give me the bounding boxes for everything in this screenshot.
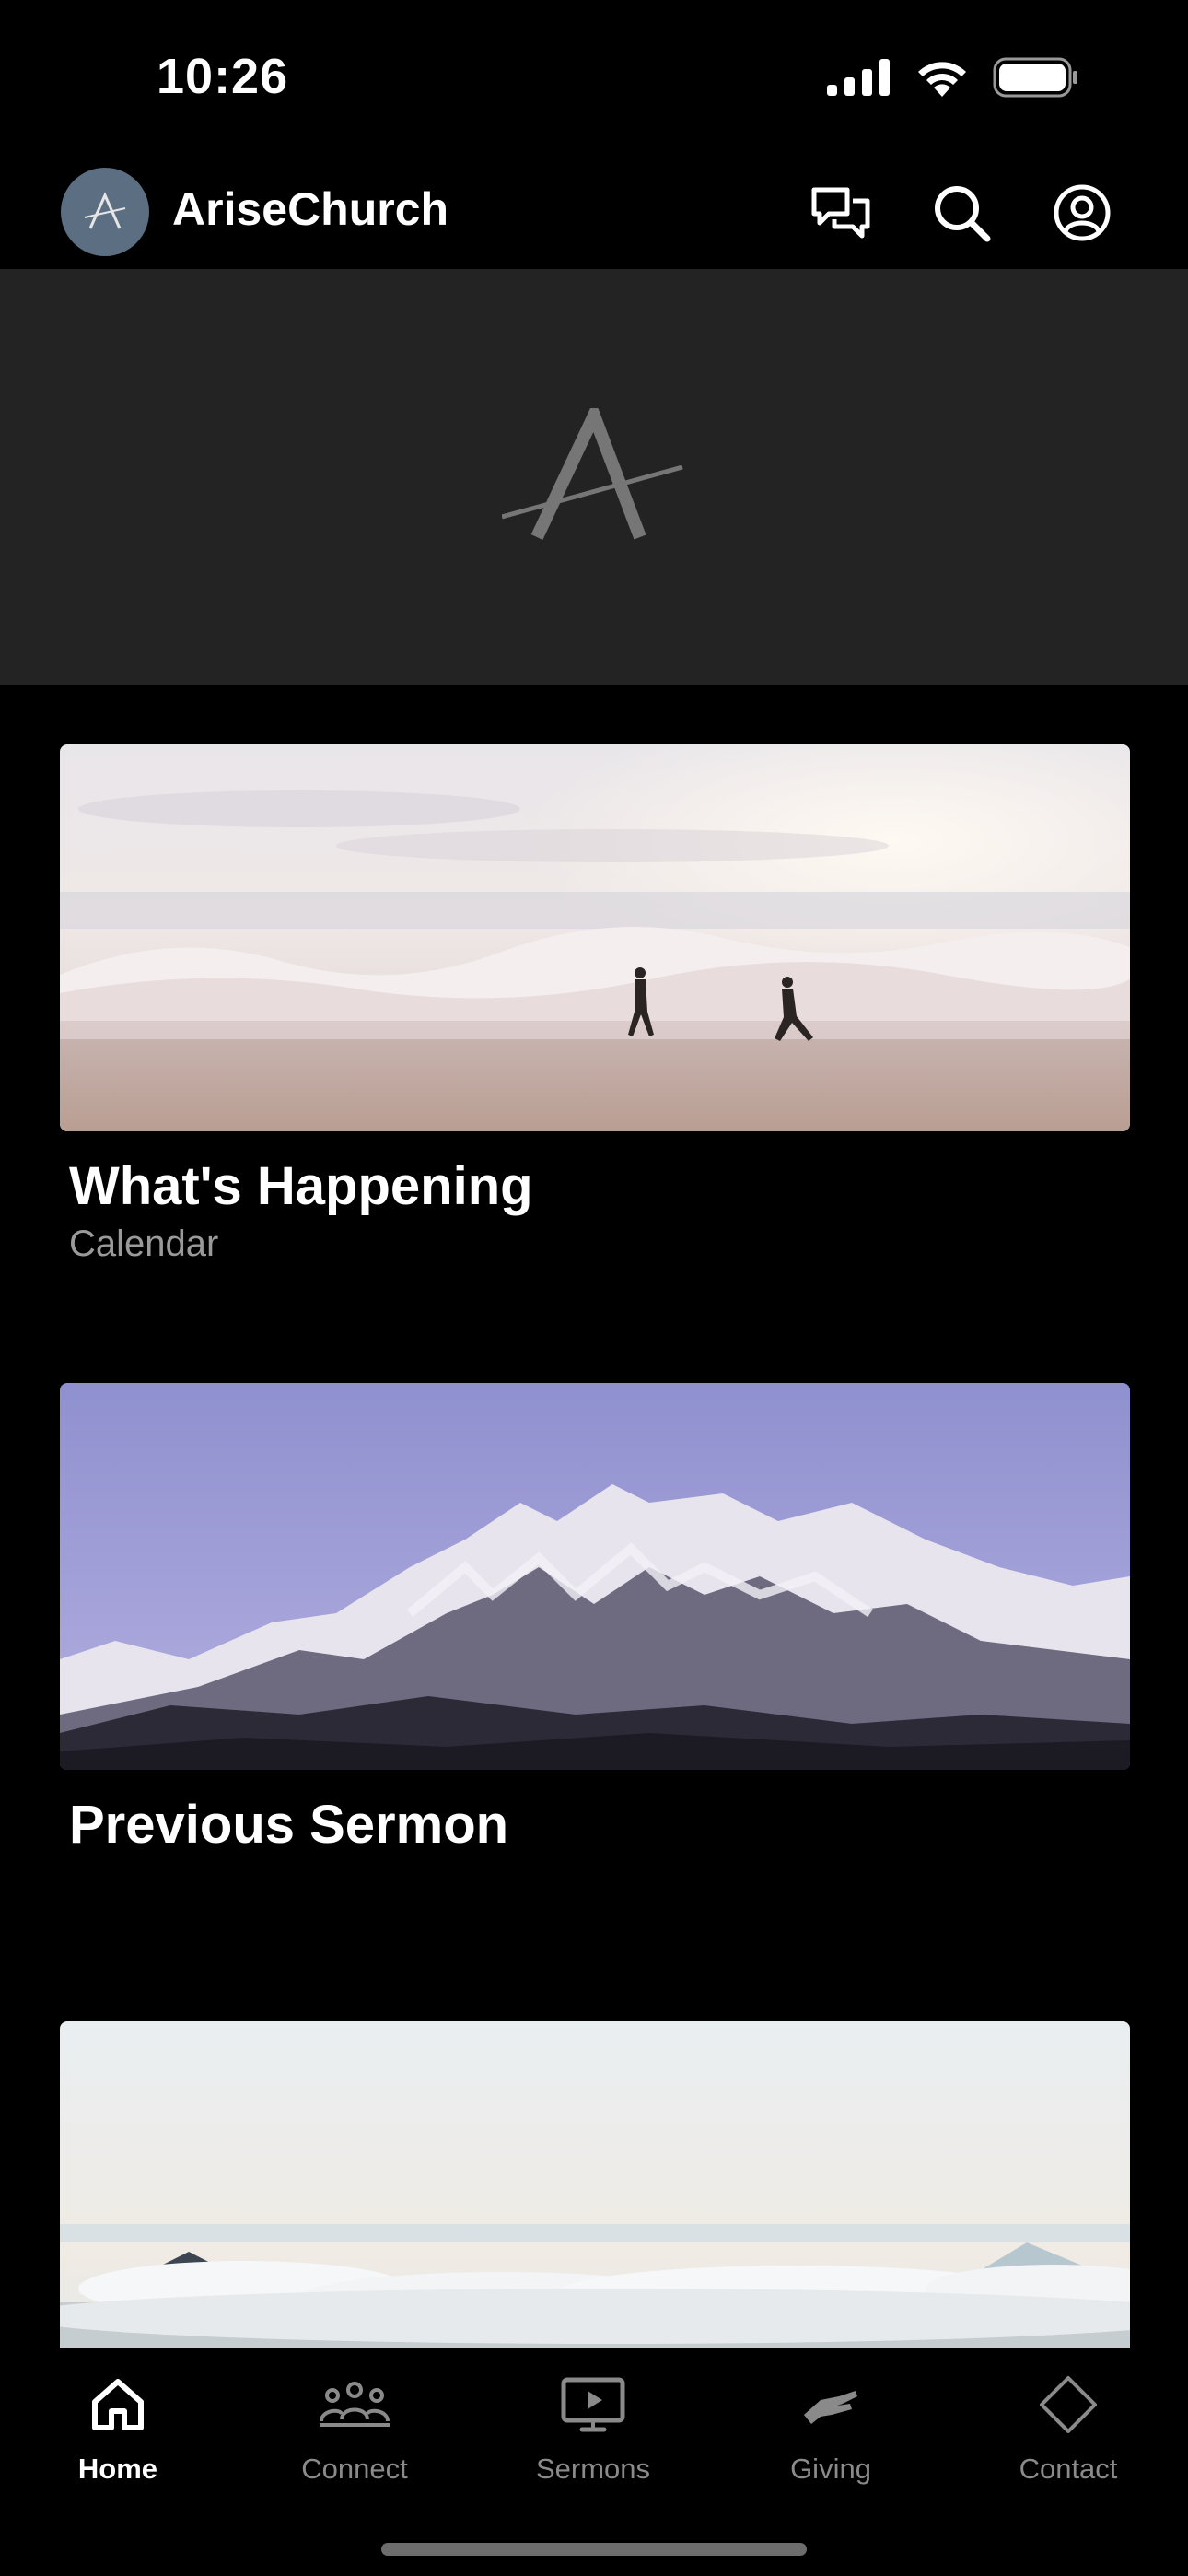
- profile-button[interactable]: [1050, 181, 1114, 245]
- status-bar: 10:26: [0, 0, 1188, 157]
- tab-sermons[interactable]: Sermons: [492, 2368, 694, 2486]
- wifi-icon: [918, 62, 966, 97]
- card-title: What's Happening: [69, 1156, 533, 1216]
- tab-label: Sermons: [535, 2453, 651, 2485]
- home-indicator[interactable]: [381, 2543, 807, 2556]
- app-header: AriseChurch: [0, 157, 1188, 269]
- card-whats-happening[interactable]: What's Happening Calendar: [60, 744, 1130, 1265]
- search-button[interactable]: [929, 181, 994, 245]
- status-icons: [827, 57, 1079, 98]
- tab-label: Connect: [301, 2453, 408, 2485]
- tab-bar: Home Connect Sermons Giving Contact: [0, 2348, 1188, 2576]
- home-icon: [81, 2368, 155, 2441]
- tab-contact[interactable]: Contact: [967, 2368, 1170, 2486]
- diamond-icon: [1031, 2368, 1105, 2441]
- tab-giving[interactable]: Giving: [729, 2368, 932, 2486]
- tab-label: Contact: [1019, 2453, 1118, 2485]
- card-clouds[interactable]: [60, 2021, 1130, 2348]
- people-icon: [318, 2368, 391, 2441]
- card-previous-sermon[interactable]: Previous Sermon: [60, 1383, 1130, 1855]
- tab-home[interactable]: Home: [17, 2368, 219, 2486]
- hand-icon: [794, 2368, 868, 2441]
- card-image-mountain[interactable]: [60, 1383, 1130, 1770]
- tab-label: Giving: [790, 2453, 871, 2485]
- chat-icon: [811, 187, 870, 239]
- app-title: AriseChurch: [172, 183, 449, 235]
- clouds-mountain-image: [60, 2021, 1130, 2348]
- card-subtitle: Calendar: [69, 1223, 219, 1264]
- tab-connect[interactable]: Connect: [253, 2368, 456, 2486]
- cellular-signal-icon: [827, 59, 890, 96]
- church-avatar[interactable]: [61, 168, 149, 256]
- status-time: 10:26: [157, 49, 289, 104]
- chat-button[interactable]: [809, 181, 873, 245]
- ocean-waves-image: [60, 744, 1130, 1131]
- church-logo-icon: [84, 192, 126, 229]
- tv-play-icon: [556, 2368, 630, 2441]
- card-image-clouds[interactable]: [60, 2021, 1130, 2348]
- church-logo-icon: [502, 408, 683, 540]
- tab-label: Home: [77, 2453, 158, 2485]
- snowy-mountain-image: [60, 1383, 1130, 1770]
- card-title: Previous Sermon: [69, 1795, 509, 1855]
- profile-icon: [1054, 184, 1111, 241]
- search-icon: [935, 186, 991, 242]
- hero-banner: [0, 269, 1188, 685]
- battery-icon: [993, 57, 1077, 98]
- card-image-ocean[interactable]: [60, 744, 1130, 1131]
